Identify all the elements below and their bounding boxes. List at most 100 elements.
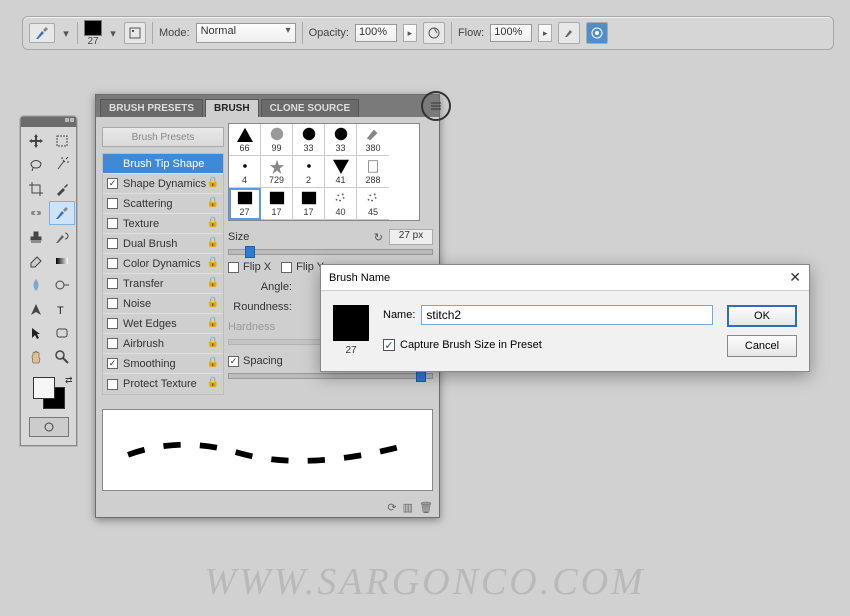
brush-thumb-45[interactable]: 45 [357, 188, 389, 220]
ok-button[interactable]: OK [727, 305, 797, 327]
brush-option-wet-edges[interactable]: Wet Edges🔒 [103, 314, 223, 334]
color-swatches[interactable]: ⇄ [29, 377, 69, 411]
brush-tip-thumbnails: 6699333338047292412882717174045 [228, 123, 420, 221]
blur-tool-icon[interactable] [23, 273, 49, 297]
brush-name-dialog: Brush Name ✕ 27 Name: ✓ Capture Brush Si… [320, 264, 810, 372]
eraser-tool-icon[interactable] [23, 249, 49, 273]
brush-thumb-40[interactable]: 40 [325, 188, 357, 220]
opacity-slider-toggle[interactable] [403, 24, 417, 42]
type-tool-icon[interactable]: T [49, 297, 75, 321]
brush-option-protect-texture[interactable]: Protect Texture🔒 [103, 374, 223, 394]
history-brush-tool-icon[interactable] [49, 225, 75, 249]
brush-thumb-41[interactable]: 41 [325, 156, 357, 188]
opacity-label: Opacity: [309, 27, 349, 39]
hardness-label: Hardness [228, 321, 298, 333]
lasso-tool-icon[interactable] [23, 153, 49, 177]
lock-toggle-icon[interactable]: ⟳ [387, 501, 396, 514]
brush-option-brush-tip-shape[interactable]: Brush Tip Shape [103, 154, 223, 174]
brush-option-transfer[interactable]: Transfer🔒 [103, 274, 223, 294]
brush-option-dual-brush[interactable]: Dual Brush🔒 [103, 234, 223, 254]
brush-options-list: Brush Tip Shape✓Shape Dynamics🔒Scatterin… [102, 153, 224, 395]
tablet-size-icon[interactable] [586, 22, 608, 44]
foreground-color-swatch[interactable] [33, 377, 55, 399]
tools-panel: T ⇄ [20, 116, 77, 446]
panel-menu-icon[interactable] [421, 91, 451, 121]
marquee-tool-icon[interactable] [49, 129, 75, 153]
name-label: Name: [383, 309, 415, 321]
hand-tool-icon[interactable] [23, 345, 49, 369]
brush-thumb-4[interactable]: 4 [229, 156, 261, 188]
mode-label: Mode: [159, 27, 190, 39]
eyedropper-tool-icon[interactable] [49, 177, 75, 201]
brush-stroke-preview [102, 409, 433, 491]
brush-thumb-33[interactable]: 33 [293, 124, 325, 156]
size-value[interactable]: 27 px [389, 229, 433, 245]
new-brush-icon[interactable]: ▥ [403, 501, 413, 514]
crop-tool-icon[interactable] [23, 177, 49, 201]
brush-option-airbrush[interactable]: Airbrush🔒 [103, 334, 223, 354]
size-slider[interactable] [228, 249, 433, 255]
quick-mask-toggle[interactable] [29, 417, 69, 437]
cancel-button[interactable]: Cancel [727, 335, 797, 357]
delete-brush-icon[interactable]: 🗑 [419, 501, 433, 514]
brush-thumb-33[interactable]: 33 [325, 124, 357, 156]
brush-option-color-dynamics[interactable]: Color Dynamics🔒 [103, 254, 223, 274]
brush-thumb-27[interactable]: 27 [229, 188, 261, 220]
brush-option-scattering[interactable]: Scattering🔒 [103, 194, 223, 214]
brush-option-noise[interactable]: Noise🔒 [103, 294, 223, 314]
brush-preset-picker[interactable]: 27 [84, 20, 102, 47]
swap-colors-icon[interactable]: ⇄ [65, 375, 73, 386]
reset-size-icon[interactable]: ↻ [374, 231, 383, 244]
pen-tool-icon[interactable] [23, 297, 49, 321]
brush-panel-toggle-icon[interactable] [124, 22, 146, 44]
shape-tool-icon[interactable] [49, 321, 75, 345]
capture-size-checkbox[interactable]: ✓ Capture Brush Size in Preset [383, 339, 713, 351]
brush-tool-icon[interactable] [29, 23, 55, 43]
roundness-label: Roundness: [228, 301, 298, 313]
brush-thumb-17[interactable]: 17 [261, 188, 293, 220]
brush-thumb-66[interactable]: 66 [229, 124, 261, 156]
brush-thumb-288[interactable]: 288 [357, 156, 389, 188]
move-tool-icon[interactable] [23, 129, 49, 153]
svg-text:T: T [57, 305, 64, 317]
path-selection-tool-icon[interactable] [23, 321, 49, 345]
tab-brush-presets[interactable]: BRUSH PRESETS [100, 99, 203, 117]
healing-brush-tool-icon[interactable] [23, 201, 49, 225]
flip-y-checkbox[interactable]: Flip Y [281, 261, 324, 273]
angle-label: Angle: [228, 281, 298, 293]
stamp-tool-icon[interactable] [23, 225, 49, 249]
spacing-slider[interactable] [228, 373, 433, 379]
tab-brush[interactable]: BRUSH [205, 99, 259, 117]
options-bar: ▾ 27 ▾ Mode: Normal Opacity: 100% Flow: … [22, 16, 834, 50]
mode-dropdown[interactable]: Normal [196, 23, 296, 43]
flip-x-checkbox[interactable]: Flip X [228, 261, 271, 273]
flow-input[interactable]: 100% [490, 24, 532, 42]
tablet-opacity-icon[interactable] [423, 22, 445, 44]
flow-label: Flow: [458, 27, 484, 39]
brush-thumb-729[interactable]: 729 [261, 156, 293, 188]
zoom-tool-icon[interactable] [49, 345, 75, 369]
size-label: Size [228, 231, 298, 243]
dialog-title: Brush Name [329, 272, 390, 284]
brush-presets-button[interactable]: Brush Presets [102, 127, 224, 147]
magic-wand-tool-icon[interactable] [49, 153, 75, 177]
tab-clone-source[interactable]: CLONE SOURCE [261, 99, 360, 117]
dodge-tool-icon[interactable] [49, 273, 75, 297]
brush-tool-icon[interactable] [49, 201, 75, 225]
name-input[interactable] [421, 305, 713, 325]
close-icon[interactable]: ✕ [789, 269, 801, 286]
gradient-tool-icon[interactable] [49, 249, 75, 273]
opacity-input[interactable]: 100% [355, 24, 397, 42]
airbrush-icon[interactable] [558, 22, 580, 44]
brush-thumb-2[interactable]: 2 [293, 156, 325, 188]
dialog-brush-preview: 27 [333, 305, 369, 357]
spacing-checkbox[interactable]: ✓Spacing [228, 355, 283, 367]
brush-thumb-17[interactable]: 17 [293, 188, 325, 220]
brush-option-texture[interactable]: Texture🔒 [103, 214, 223, 234]
watermark-text: WWW.SARGONCO.COM [0, 560, 850, 604]
brush-option-shape-dynamics[interactable]: ✓Shape Dynamics🔒 [103, 174, 223, 194]
brush-thumb-99[interactable]: 99 [261, 124, 293, 156]
flow-slider-toggle[interactable] [538, 24, 552, 42]
brush-option-smoothing[interactable]: ✓Smoothing🔒 [103, 354, 223, 374]
brush-thumb-380[interactable]: 380 [357, 124, 389, 156]
